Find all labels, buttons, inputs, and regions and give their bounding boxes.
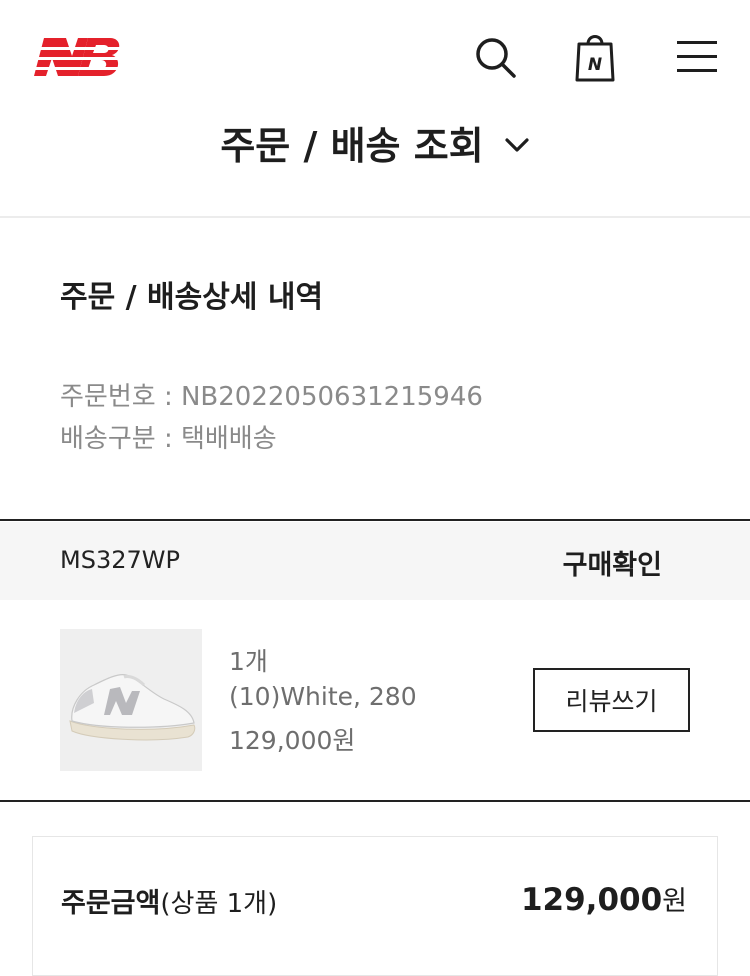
section-title: 주문 / 배송상세 내역 <box>60 280 324 315</box>
chevron-down-icon <box>505 138 529 152</box>
order-amount-number: 129,000 <box>520 882 663 918</box>
order-amount-label: 주문금액(상품 1개) <box>61 881 277 920</box>
order-amount-unit: 원 <box>662 886 687 917</box>
model-code: MS327WP <box>60 546 180 574</box>
divider <box>0 800 750 802</box>
sneaker-image <box>60 629 202 771</box>
order-summary-card: 주문금액(상품 1개) 129,000원 <box>32 836 718 976</box>
delivery-type: 배송구분 : 택배배송 <box>60 424 277 454</box>
bag-letter: N <box>588 55 602 75</box>
order-amount-value: 129,000원 <box>521 879 687 918</box>
product-quantity: 1개 <box>229 647 268 676</box>
divider <box>0 519 750 521</box>
divider <box>0 216 750 218</box>
page-title: 주문 / 배송 조회 <box>220 123 484 168</box>
order-status: 구매확인 <box>562 550 662 581</box>
order-amount-count: (상품 1개) <box>160 889 278 919</box>
item-header: MS327WP 구매확인 <box>0 522 750 600</box>
product-option: (10)White, 280 <box>229 682 417 711</box>
page-title-dropdown[interactable]: 주문 / 배송 조회 <box>0 112 750 172</box>
cart-button[interactable]: N <box>570 30 620 84</box>
order-amount-title: 주문금액 <box>61 888 161 919</box>
order-number: 주문번호 : NB2022050631215946 <box>60 382 483 412</box>
header: N <box>0 0 750 115</box>
search-icon <box>476 38 516 78</box>
write-review-button[interactable]: 리뷰쓰기 <box>533 668 690 732</box>
nb-logo[interactable] <box>30 34 122 80</box>
shopping-bag-icon: N <box>575 35 615 82</box>
menu-button[interactable] <box>672 30 722 84</box>
product-image[interactable] <box>60 629 202 771</box>
product-price: 129,000원 <box>229 726 356 755</box>
hamburger-menu-icon <box>677 41 717 72</box>
search-button[interactable] <box>470 30 520 84</box>
